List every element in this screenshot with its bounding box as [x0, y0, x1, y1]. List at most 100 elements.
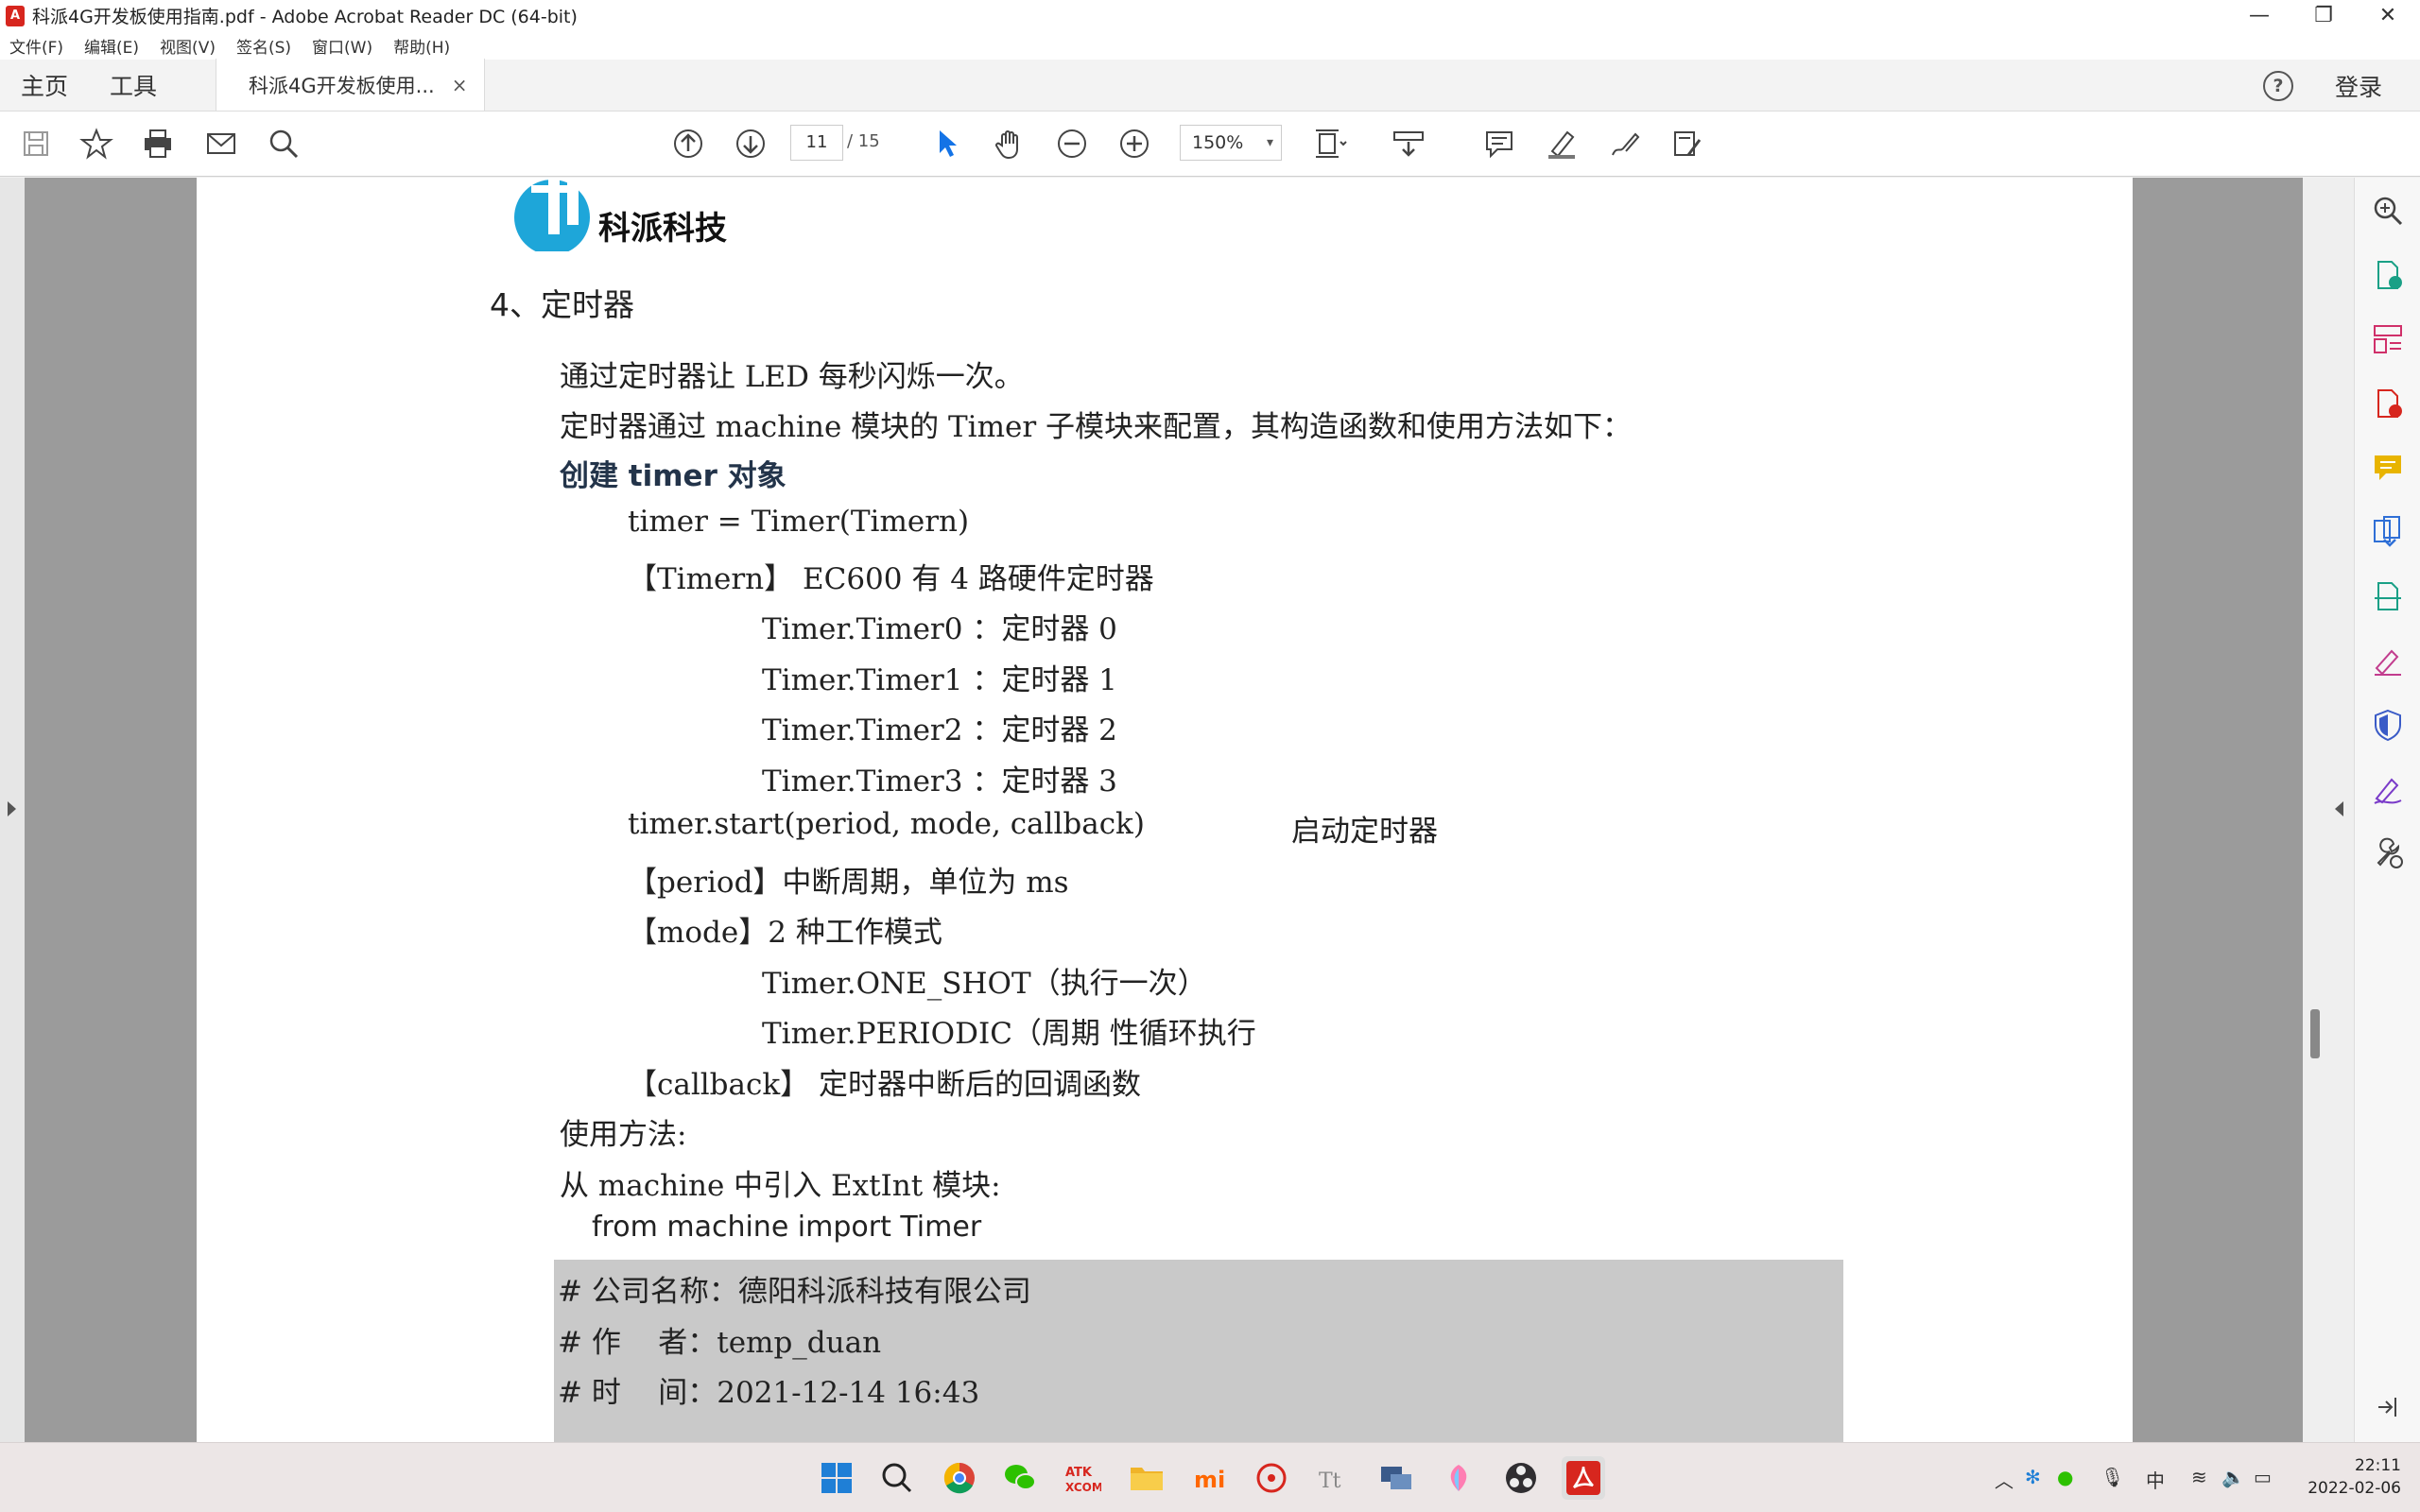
mi-icon[interactable]: mi — [1187, 1456, 1231, 1500]
timer2-line: Timer.Timer2 ：定时器 2 — [762, 713, 1117, 747]
microphone-icon[interactable]: 🎙 — [2100, 1466, 2124, 1488]
comment-icon[interactable] — [1478, 123, 1520, 164]
restore-button[interactable]: ❐ — [2291, 0, 2356, 31]
page-number-input[interactable]: 11 — [790, 125, 843, 161]
expand-left-pane-icon[interactable] — [8, 801, 16, 816]
code-timer-constructor: timer = Timer(Timern) — [628, 505, 970, 539]
svg-text:ATK: ATK — [1065, 1466, 1093, 1480]
fill-sign-icon[interactable] — [2368, 641, 2408, 680]
chrome-icon[interactable] — [938, 1456, 981, 1500]
menu-view[interactable]: 视图(V) — [160, 34, 216, 58]
zoom-select[interactable]: 150% ▾ — [1180, 125, 1282, 161]
highlight-icon[interactable] — [1541, 123, 1582, 164]
tab-close-icon[interactable]: × — [452, 74, 468, 96]
hand-icon[interactable] — [989, 123, 1030, 164]
tray-bluetooth-icon[interactable]: ✻ — [2025, 1466, 2041, 1488]
request-signature-icon[interactable] — [2368, 769, 2408, 809]
zoom-search-icon[interactable] — [2368, 191, 2408, 231]
code-block: # 公司名称：德阳科派科技有限公司 # 作 者：temp_duan # 时 间：… — [554, 1260, 1843, 1442]
wifi-icon[interactable]: ≋ — [2191, 1466, 2207, 1488]
help-icon[interactable]: ? — [2262, 70, 2293, 101]
windows-start-icon[interactable] — [815, 1456, 858, 1500]
menu-file[interactable]: 文件(F) — [9, 34, 63, 58]
section-heading: 4、定时器 — [490, 286, 634, 323]
obs-icon[interactable] — [1499, 1456, 1543, 1500]
chevron-down-icon: ▾ — [1266, 135, 1273, 150]
more-tools-icon[interactable] — [2368, 833, 2408, 873]
start-timer-desc: 启动定时器 — [1291, 815, 1438, 849]
minimize-button[interactable]: — — [2227, 0, 2291, 31]
atk-xcom-icon[interactable]: ATK XCOM — [1061, 1456, 1104, 1500]
protect-icon[interactable] — [2368, 705, 2408, 745]
ime-indicator[interactable]: 中 — [2146, 1466, 2165, 1493]
param-timern: 【Timern】 EC600 有 4 路硬件定时器 — [628, 562, 1154, 596]
tab-home[interactable]: 主页 — [0, 60, 89, 111]
clock[interactable]: 22:11 2022-02-06 — [2308, 1454, 2401, 1500]
zoom-in-icon[interactable] — [1114, 123, 1155, 164]
organize-pages-icon[interactable] — [2368, 319, 2408, 359]
wechat-icon[interactable] — [998, 1456, 1042, 1500]
login-button[interactable]: 登录 — [2335, 69, 2382, 103]
tray-wechat-icon[interactable]: ● — [2057, 1466, 2073, 1488]
taskbar-search-icon[interactable] — [875, 1456, 919, 1500]
font-app-icon[interactable]: Tt — [1312, 1456, 1356, 1500]
collapse-pane-icon[interactable] — [2368, 1387, 2408, 1427]
combine-files-icon[interactable] — [2368, 512, 2408, 552]
acrobat-taskbar-icon[interactable] — [1562, 1456, 1605, 1500]
remote-desktop-icon[interactable] — [1374, 1456, 1418, 1500]
menu-sign[interactable]: 签名(S) — [236, 34, 291, 58]
kepai-logo-icon — [514, 178, 590, 251]
tab-bar: 主页 工具 科派4G开发板使用... × ? 登录 — [0, 59, 2420, 112]
right-tools-pane — [2354, 178, 2420, 1442]
screen-capture-icon[interactable] — [1250, 1456, 1293, 1500]
bookmark-star-icon[interactable] — [76, 123, 117, 164]
page-fit-icon[interactable] — [1310, 123, 1352, 164]
redact-icon[interactable] — [1666, 123, 1707, 164]
email-icon[interactable] — [200, 123, 242, 164]
battery-icon[interactable]: ▭ — [2254, 1466, 2272, 1488]
menu-window[interactable]: 窗口(W) — [312, 34, 372, 58]
param-mode: 【mode】2 种工作模式 — [628, 916, 942, 950]
scan-ocr-icon[interactable] — [2368, 576, 2408, 616]
file-explorer-icon[interactable] — [1125, 1456, 1168, 1500]
comment-time: # 时 间：2021-12-14 16:43 — [558, 1376, 980, 1410]
print-icon[interactable] — [137, 123, 179, 164]
volume-icon[interactable]: 🔈 — [2221, 1466, 2245, 1488]
timer0-line: Timer.Timer0 ：定时器 0 — [762, 612, 1117, 646]
search-icon[interactable] — [263, 123, 304, 164]
mode-one-shot: Timer.ONE_SHOT（执行一次） — [762, 967, 1207, 1001]
create-pdf-icon[interactable] — [2368, 384, 2408, 423]
next-page-icon[interactable] — [730, 123, 771, 164]
menu-bar: 文件(F) 编辑(E) 视图(V) 签名(S) 窗口(W) 帮助(H) — [0, 31, 2420, 60]
scrollbar-thumb[interactable] — [2310, 1009, 2320, 1058]
close-window-button[interactable]: ✕ — [2356, 0, 2420, 31]
tab-document-label: 科派4G开发板使用... — [249, 74, 435, 97]
acrobat-app-icon: A — [6, 5, 25, 26]
collapse-right-pane-icon[interactable] — [2335, 801, 2343, 816]
export-pdf-icon[interactable] — [2368, 255, 2408, 295]
subheading-create-timer: 创建 timer 对象 — [560, 459, 786, 493]
taskbar: ATK XCOM mi Tt ︿ ✻ ● 🎙 中 ≋ 🔈 ▭ 22:11 2022… — [0, 1442, 2420, 1512]
vertical-scrollbar[interactable] — [2303, 178, 2354, 1442]
title-bar: A 科派4G开发板使用指南.pdf - Adobe Acrobat Reader… — [0, 0, 2420, 31]
comment-tool-icon[interactable] — [2368, 448, 2408, 488]
save-icon[interactable] — [15, 123, 57, 164]
paragraph-intro: 通过定时器让 LED 每秒闪烁一次。 — [560, 360, 1024, 394]
tab-tools[interactable]: 工具 — [89, 60, 178, 111]
menu-help[interactable]: 帮助(H) — [393, 34, 450, 58]
mode-periodic: Timer.PERIODIC（周期 性循环执行 — [762, 1017, 1256, 1051]
left-pane-collapsed[interactable] — [0, 178, 25, 1442]
sign-icon[interactable] — [1603, 123, 1645, 164]
scroll-mode-icon[interactable] — [1388, 123, 1429, 164]
zoom-out-icon[interactable] — [1051, 123, 1093, 164]
menu-edit[interactable]: 编辑(E) — [84, 34, 139, 58]
tray-overflow-icon[interactable]: ︿ — [1995, 1466, 2014, 1493]
tab-document[interactable]: 科派4G开发板使用... × — [216, 59, 486, 111]
param-period: 【period】中断周期，单位为 ms — [628, 866, 1069, 900]
clock-date: 2022-02-06 — [2308, 1479, 2401, 1498]
tulip-app-icon[interactable] — [1437, 1456, 1480, 1500]
page-total: / 15 — [847, 131, 880, 151]
select-cursor-icon[interactable] — [926, 123, 968, 164]
svg-text:Tt: Tt — [1319, 1469, 1341, 1493]
prev-page-icon[interactable] — [667, 123, 709, 164]
